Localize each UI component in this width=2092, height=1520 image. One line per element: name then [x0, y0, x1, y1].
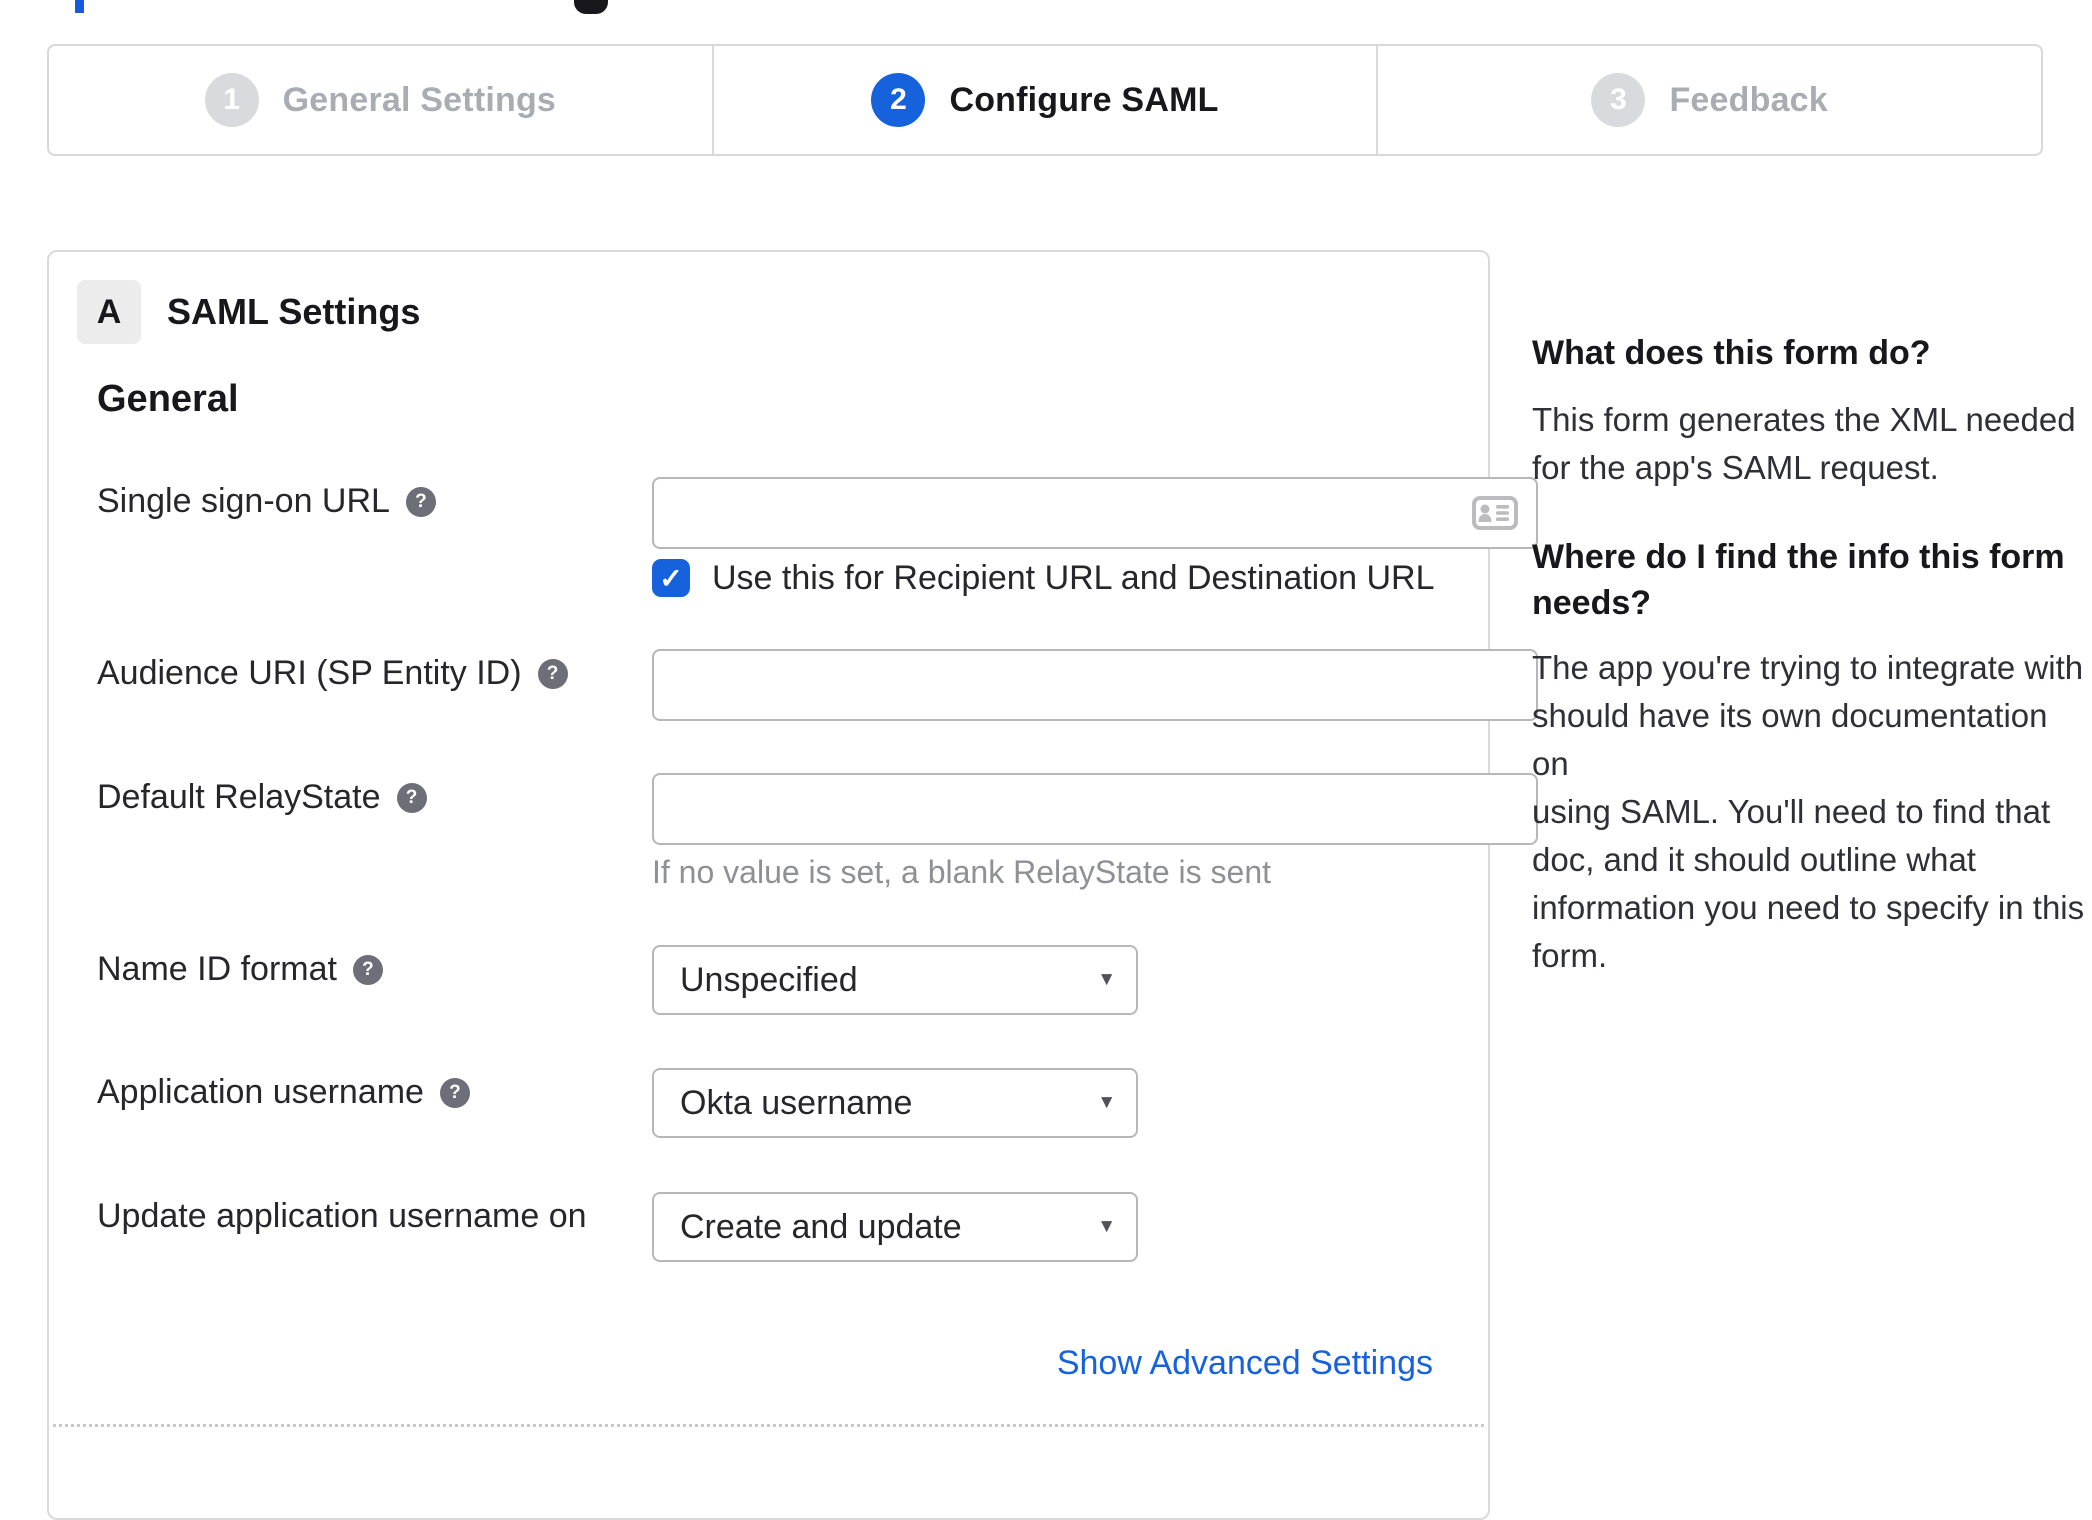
field-label-text: Application username — [97, 1072, 424, 1111]
sidebar-body-where: The app you're trying to integrate with … — [1532, 649, 2085, 974]
field-application-username: Application username ? Okta username ▼ — [97, 1068, 1480, 1140]
help-icon[interactable]: ? — [405, 487, 436, 517]
field-single-sign-on-url: Single sign-on URL ? — [97, 477, 1538, 549]
show-advanced-settings-link[interactable]: Show Advanced Settings — [1057, 1344, 1433, 1383]
field-audience-uri: Audience URI (SP Entity ID) ? — [97, 649, 1538, 721]
application-username-select[interactable]: Okta username ▼ — [652, 1068, 1138, 1138]
default-relaystate-input[interactable] — [652, 773, 1538, 845]
field-label-text: Single sign-on URL — [97, 481, 390, 520]
help-icon[interactable]: ? — [396, 783, 427, 813]
chevron-down-icon: ▼ — [1097, 1092, 1116, 1113]
help-icon[interactable]: ? — [537, 659, 568, 689]
step-label: Feedback — [1669, 80, 1828, 119]
recipient-url-checkbox[interactable]: ✓ — [652, 559, 690, 597]
field-control — [652, 773, 1538, 845]
recipient-url-checkbox-row: ✓ Use this for Recipient URL and Destina… — [97, 559, 1480, 599]
step-number-badge: 1 — [204, 73, 259, 127]
select-value: Okta username — [680, 1083, 913, 1122]
step-label: Configure SAML — [949, 80, 1219, 119]
help-icon[interactable]: ? — [352, 955, 383, 985]
step-general-settings[interactable]: 1 General Settings — [49, 46, 712, 154]
step-number-badge: 2 — [871, 73, 926, 127]
step-feedback[interactable]: 3 Feedback — [1376, 46, 2041, 154]
field-label: Default RelayState ? — [97, 773, 427, 821]
field-name-id-format: Name ID format ? Unspecified ▼ — [97, 945, 1480, 1017]
field-label: Single sign-on URL ? — [97, 477, 436, 525]
field-update-application-username: Update application username on Create an… — [97, 1192, 1480, 1264]
field-default-relaystate: Default RelayState ? If no value is set,… — [97, 773, 1538, 943]
field-label: Application username ? — [97, 1068, 470, 1116]
field-label-text: Audience URI (SP Entity ID) — [97, 653, 522, 692]
section-badge: A — [77, 280, 141, 344]
chevron-down-icon: ▼ — [1097, 1216, 1116, 1237]
step-number: 3 — [1610, 83, 1627, 116]
step-number: 2 — [890, 83, 907, 116]
field-label-text: Update application username on — [97, 1196, 587, 1235]
chevron-down-icon: ▼ — [1097, 969, 1116, 990]
field-control — [652, 649, 1538, 721]
audience-uri-input[interactable] — [652, 649, 1538, 721]
field-label-text: Name ID format — [97, 949, 337, 988]
field-control — [652, 477, 1538, 549]
help-icon[interactable]: ? — [439, 1078, 470, 1108]
wizard-stepper: 1 General Settings 2 Configure SAML 3 Fe… — [47, 44, 2043, 156]
sidebar-heading-what: What does this form do? — [1532, 334, 1931, 372]
step-configure-saml[interactable]: 2 Configure SAML — [711, 46, 1377, 154]
help-sidebar: What does this form do? This form genera… — [1532, 330, 2092, 980]
select-value: Unspecified — [680, 960, 858, 999]
step-label: General Settings — [282, 80, 557, 119]
name-id-format-select[interactable]: Unspecified ▼ — [652, 945, 1138, 1015]
update-application-username-select[interactable]: Create and update ▼ — [652, 1192, 1138, 1262]
panel-title: SAML Settings — [167, 291, 421, 332]
checkbox-label: Use this for Recipient URL and Destinati… — [712, 558, 1435, 597]
clipped-header-fragment-dark — [574, 0, 608, 14]
field-label: Name ID format ? — [97, 945, 383, 993]
field-label-text: Default RelayState — [97, 777, 381, 816]
step-number-badge: 3 — [1591, 73, 1646, 127]
contact-card-icon — [1472, 496, 1518, 530]
saml-settings-panel: A SAML Settings General Single sign-on U… — [47, 250, 1538, 1520]
relaystate-hint: If no value is set, a blank RelayState i… — [652, 854, 1271, 890]
sidebar-heading-where: Where do I find the info this form needs… — [1532, 538, 2065, 622]
sidebar-body-what: This form generates the XML needed for t… — [1532, 401, 2076, 486]
group-heading-general: General — [97, 378, 239, 420]
clipped-header-fragment-blue — [75, 0, 84, 13]
single-sign-on-url-input[interactable] — [652, 477, 1538, 549]
field-label: Update application username on — [97, 1192, 587, 1240]
step-number: 1 — [223, 83, 240, 116]
field-label: Audience URI (SP Entity ID) ? — [97, 649, 568, 697]
select-value: Create and update — [680, 1207, 962, 1246]
